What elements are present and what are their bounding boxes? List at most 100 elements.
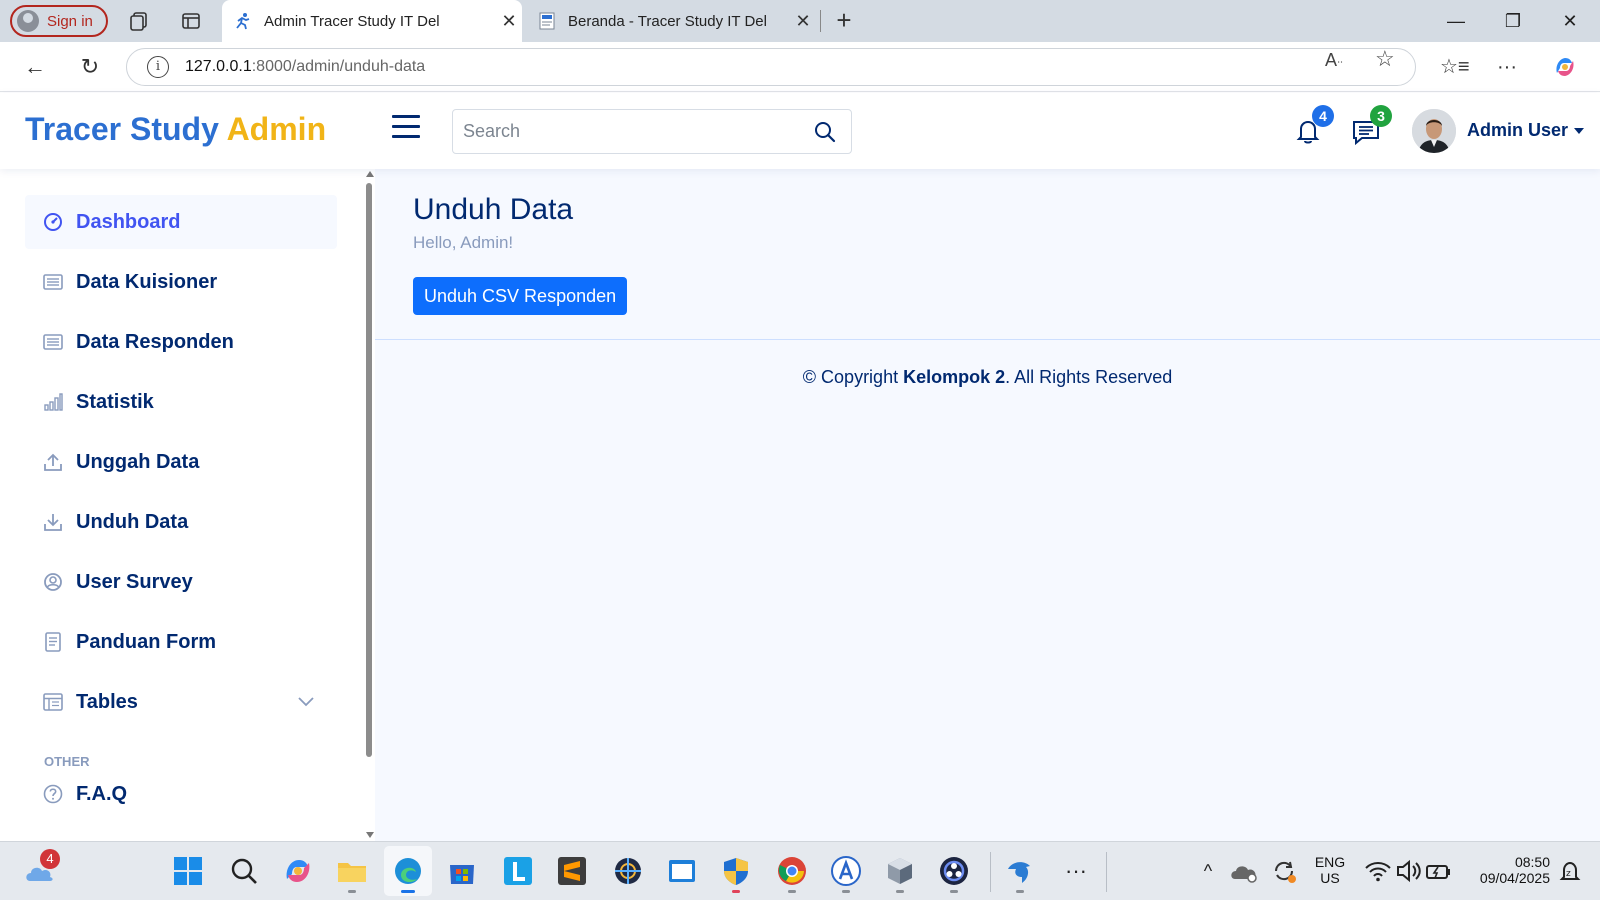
a-app-icon[interactable] bbox=[830, 855, 862, 893]
sidebar-item-tables[interactable]: Tables bbox=[25, 675, 337, 729]
sidebar-item-dashboard[interactable]: Dashboard bbox=[25, 195, 337, 249]
copilot-app-icon[interactable] bbox=[282, 855, 314, 887]
search-icon[interactable] bbox=[228, 855, 260, 887]
window-app-icon[interactable] bbox=[666, 855, 698, 887]
back-arrow-icon[interactable]: ← bbox=[22, 54, 48, 80]
sidebar-scroll-thumb[interactable] bbox=[366, 183, 372, 757]
chrome-icon[interactable] bbox=[776, 855, 808, 893]
scroll-up-arrow-icon[interactable] bbox=[366, 171, 374, 177]
restore-button[interactable]: ❐ bbox=[1493, 6, 1533, 36]
more-menu-icon[interactable]: ··· bbox=[1494, 54, 1520, 80]
greeting-text: Hello, Admin! bbox=[413, 233, 514, 252]
site-info-icon[interactable]: i bbox=[147, 56, 169, 78]
tab-admin-tracer[interactable]: Admin Tracer Study IT Del ✕ bbox=[222, 0, 522, 42]
shield-icon bbox=[724, 858, 748, 885]
file-explorer-icon[interactable] bbox=[336, 855, 368, 893]
favorites-list-icon[interactable]: ☆≡ bbox=[1440, 54, 1470, 80]
microsoft-store-icon[interactable] bbox=[446, 855, 478, 887]
copyright-owner: Kelompok 2 bbox=[903, 367, 1006, 387]
running-indicator bbox=[896, 890, 904, 893]
user-photo-icon bbox=[1412, 109, 1456, 153]
main-content: Unduh Data Hello, Admin! Unduh CSV Respo… bbox=[375, 169, 1600, 841]
download-csv-button[interactable]: Unduh CSV Responden bbox=[413, 277, 628, 315]
tab-title: Admin Tracer Study IT Del bbox=[264, 12, 440, 30]
table-icon bbox=[43, 693, 63, 711]
dolphin-app-icon[interactable] bbox=[1004, 855, 1036, 893]
refresh-icon[interactable]: ↻ bbox=[77, 54, 103, 80]
sidebar-item-unggah-data[interactable]: Unggah Data bbox=[25, 435, 337, 489]
workspaces-icon[interactable] bbox=[128, 10, 150, 32]
sidebar-item-label: Data Responden bbox=[76, 330, 234, 353]
clock[interactable]: 08:50 09/04/2025 bbox=[1458, 854, 1550, 886]
chevron-down-icon[interactable] bbox=[297, 694, 315, 708]
sidebar-item-data-kuisioner[interactable]: Data Kuisioner bbox=[25, 255, 337, 309]
minimize-button[interactable]: — bbox=[1436, 6, 1476, 36]
list-icon bbox=[43, 334, 63, 350]
close-tab-icon[interactable]: ✕ bbox=[790, 11, 816, 32]
close-tab-icon[interactable]: ✕ bbox=[496, 11, 522, 32]
notifications-button[interactable]: 4 bbox=[1292, 105, 1334, 147]
notification-center-icon[interactable]: z bbox=[1554, 855, 1586, 887]
sidebar: Dashboard Data Kuisioner Data Responden … bbox=[0, 169, 375, 841]
cube-app-icon[interactable] bbox=[884, 855, 916, 893]
messages-button[interactable]: 3 bbox=[1350, 105, 1392, 147]
brand-suffix: Admin bbox=[226, 111, 327, 147]
volume-icon[interactable] bbox=[1392, 855, 1424, 887]
footer-copyright: © Copyright Kelompok 2. All Rights Reser… bbox=[375, 367, 1600, 388]
windows-start-icon[interactable] bbox=[172, 855, 204, 887]
sign-in-button[interactable]: Sign in bbox=[10, 5, 108, 37]
avatar[interactable] bbox=[1412, 109, 1456, 153]
favorite-star-icon[interactable]: ☆ bbox=[1375, 46, 1395, 72]
close-window-button[interactable]: ✕ bbox=[1550, 6, 1590, 36]
profile-icon bbox=[17, 10, 39, 32]
language-indicator[interactable]: ENG US bbox=[1312, 854, 1348, 886]
sidebar-item-unduh-data[interactable]: Unduh Data bbox=[25, 495, 337, 549]
sync-icon[interactable] bbox=[1268, 855, 1300, 887]
new-tab-button[interactable]: + bbox=[830, 6, 858, 36]
sidebar-item-panduan-form[interactable]: Panduan Form bbox=[25, 615, 337, 669]
user-menu-toggle[interactable]: Admin User bbox=[1467, 120, 1584, 141]
sidebar-item-faq[interactable]: F.A.Q bbox=[25, 767, 337, 821]
show-hidden-icons-chevron-icon[interactable]: ^ bbox=[1192, 855, 1224, 887]
read-aloud-icon[interactable]: Aᐧᐧ bbox=[1325, 50, 1343, 71]
search-input[interactable] bbox=[453, 110, 783, 153]
scroll-down-arrow-icon[interactable] bbox=[366, 832, 374, 838]
url-field[interactable]: i 127.0.0.1:8000/admin/unduh-data bbox=[126, 48, 1416, 86]
url-path: :8000/admin/unduh-data bbox=[251, 58, 426, 75]
sidebar-item-label: User Survey bbox=[76, 570, 193, 593]
edge-browser-icon[interactable] bbox=[392, 855, 424, 893]
cube-icon bbox=[888, 858, 912, 884]
sidebar-item-label: Data Kuisioner bbox=[76, 270, 218, 293]
search-icon[interactable] bbox=[813, 120, 837, 144]
hamburger-menu-icon[interactable] bbox=[392, 115, 422, 143]
download-icon bbox=[44, 514, 62, 531]
chrome-logo-icon bbox=[778, 857, 806, 885]
sidebar-item-data-responden[interactable]: Data Responden bbox=[25, 315, 337, 369]
security-shield-icon[interactable] bbox=[720, 855, 752, 893]
sublime-text-icon[interactable] bbox=[556, 855, 588, 887]
person-circle-icon bbox=[44, 573, 62, 591]
wifi-icon[interactable] bbox=[1362, 855, 1394, 887]
globe-app-icon[interactable] bbox=[612, 855, 644, 887]
weather-widget[interactable]: 4 bbox=[24, 849, 60, 887]
copilot-icon[interactable] bbox=[1552, 54, 1578, 80]
tab-divider bbox=[820, 10, 821, 32]
windows-taskbar: 4 ··· ^ ENG US 08:50 09/04/2025 z bbox=[0, 841, 1600, 900]
weather-badge: 4 bbox=[40, 849, 60, 869]
tab-beranda[interactable]: Beranda - Tracer Study IT Del ✕ bbox=[526, 0, 816, 42]
onedrive-cloud-icon[interactable] bbox=[1228, 855, 1260, 887]
sidebar-item-user-survey[interactable]: User Survey bbox=[25, 555, 337, 609]
battery-icon[interactable] bbox=[1422, 855, 1454, 887]
brand-logo[interactable]: Tracer Study Admin bbox=[25, 111, 326, 148]
lang-code: ENG bbox=[1314, 854, 1346, 870]
obs-logo-icon bbox=[940, 857, 968, 885]
obs-app-icon[interactable] bbox=[938, 855, 970, 893]
bar-chart-icon bbox=[44, 393, 63, 411]
sidebar-item-statistik[interactable]: Statistik bbox=[25, 375, 337, 429]
search-bar bbox=[452, 109, 852, 154]
tab-actions-icon[interactable] bbox=[180, 10, 202, 32]
more-apps-icon[interactable]: ··· bbox=[1060, 855, 1092, 887]
l-app-icon[interactable] bbox=[502, 855, 534, 887]
brand-name: Tracer Study bbox=[25, 111, 219, 147]
folder-icon bbox=[338, 863, 366, 882]
